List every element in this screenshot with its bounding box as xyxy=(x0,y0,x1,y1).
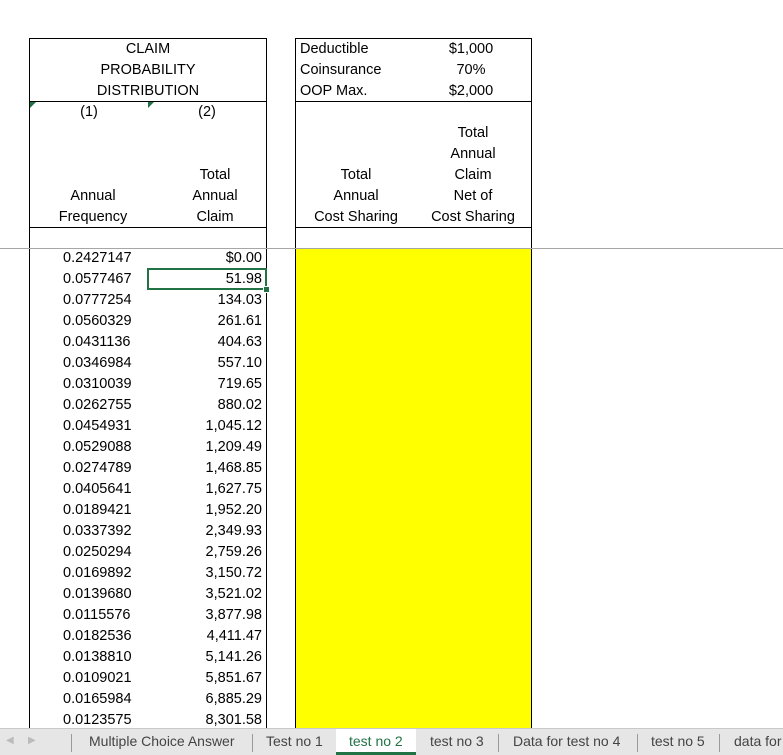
distribution-title-line-1: CLAIM xyxy=(125,41,171,57)
col2-number: (2) xyxy=(198,104,216,120)
frequency-cell[interactable]: 0.0454931 xyxy=(63,416,132,437)
scroll-right-icon[interactable]: ▶ xyxy=(28,735,36,746)
fill-handle[interactable] xyxy=(263,286,270,293)
claim-cell[interactable]: 1,468.85 xyxy=(150,458,262,479)
sheet-tab-test-no-5[interactable]: test no 5 xyxy=(651,729,705,755)
claim-cell[interactable]: 6,885.29 xyxy=(150,689,262,710)
claim-cell[interactable]: 1,627.75 xyxy=(150,479,262,500)
sheet-tab-data-for[interactable]: data for xyxy=(734,729,781,755)
frequency-cell[interactable]: 0.0189421 xyxy=(63,500,132,521)
param-value-coinsurance[interactable]: 70% xyxy=(426,60,516,81)
sheet-tab-test-no-2[interactable]: test no 2 xyxy=(336,729,416,755)
frequency-cell[interactable]: 0.0346984 xyxy=(63,353,132,374)
frequency-cell[interactable]: 0.0405641 xyxy=(63,479,132,500)
claim-cell[interactable]: 2,349.93 xyxy=(150,521,262,542)
frequency-cell[interactable]: 0.0262755 xyxy=(63,395,132,416)
param-value-deductible[interactable]: $1,000 xyxy=(426,39,516,60)
col2-label-line-3: Claim xyxy=(196,209,234,225)
header-bottom-divider xyxy=(296,227,531,228)
frequency-cell[interactable]: 0.0274789 xyxy=(63,458,132,479)
frequency-cell[interactable]: 0.0431136 xyxy=(63,332,130,353)
claim-cell[interactable]: 880.02 xyxy=(150,395,262,416)
frequency-cell[interactable]: 0.0138810 xyxy=(63,647,132,668)
col2-label-line-1: Total xyxy=(199,167,231,183)
claim-cell[interactable]: 404.63 xyxy=(150,332,262,353)
col4-label-line-3: Claim xyxy=(454,167,492,183)
frequency-cell[interactable]: 0.0169892 xyxy=(63,563,132,584)
frequency-cell[interactable]: 0.2427147 xyxy=(63,248,132,269)
param-label-deductible: Deductible xyxy=(300,41,369,57)
claim-cell[interactable]: 1,209.49 xyxy=(150,437,262,458)
col1-number: (1) xyxy=(80,104,98,120)
col3-label-line-1: Total xyxy=(340,167,372,183)
param-value-oop-max[interactable]: $2,000 xyxy=(426,81,516,102)
col4-label-line-4: Net of xyxy=(453,188,493,204)
cost-sharing-header-box: Deductible $1,000 Coinsurance 70% OOP Ma… xyxy=(295,38,532,249)
frequency-cell[interactable]: 0.0115576 xyxy=(63,605,130,626)
col4-label-line-5: Cost Sharing xyxy=(431,209,515,225)
col4-label-line-1: Total xyxy=(457,125,489,141)
frequency-cell[interactable]: 0.0560329 xyxy=(63,311,132,332)
col4-label-line-2: Annual xyxy=(450,146,496,162)
frequency-cell[interactable]: 0.0139680 xyxy=(63,584,132,605)
frequency-cell[interactable]: 0.0337392 xyxy=(63,521,132,542)
param-label-coinsurance: Coinsurance xyxy=(300,62,382,78)
sheet-tab-multiple-choice-answer[interactable]: Multiple Choice Answer xyxy=(89,729,235,755)
claim-cell[interactable]: 1,045.12 xyxy=(150,416,262,437)
claim-cell[interactable]: 3,877.98 xyxy=(150,605,262,626)
params-divider xyxy=(296,101,531,102)
sheet-tab-test-no-1[interactable]: Test no 1 xyxy=(266,729,323,755)
param-label-oop-max: OOP Max. xyxy=(300,83,368,99)
claim-cell[interactable]: 261.61 xyxy=(150,311,262,332)
frequency-cell[interactable]: 0.0182536 xyxy=(63,626,132,647)
claim-cell[interactable]: $0.00 xyxy=(150,248,262,269)
claim-cell[interactable]: 3,521.02 xyxy=(150,584,262,605)
sheet-tab-test-no-3[interactable]: test no 3 xyxy=(430,729,484,755)
frequency-cell[interactable]: 0.0310039 xyxy=(63,374,132,395)
frequency-cell[interactable]: 0.0165984 xyxy=(63,689,132,710)
sheet-tab-bar: ◀ ▶ Multiple Choice Answer Test no 1 tes… xyxy=(0,728,783,755)
claim-cell[interactable]: 4,411.47 xyxy=(150,626,262,647)
distribution-title-line-3: DISTRIBUTION xyxy=(96,83,200,99)
col3-label-line-2: Annual xyxy=(333,188,379,204)
col3-label-line-3: Cost Sharing xyxy=(314,209,398,225)
col1-label-line-1: Annual xyxy=(70,188,116,204)
claim-distribution-header-box: CLAIM PROBABILITY DISTRIBUTION (1) (2) A… xyxy=(29,38,267,249)
col2-label-line-2: Annual xyxy=(192,188,238,204)
col1-label-line-2: Frequency xyxy=(58,209,128,225)
active-cell-selection[interactable] xyxy=(147,268,267,290)
header-bottom-divider xyxy=(30,227,266,228)
frequency-cell[interactable]: 0.0577467 xyxy=(63,269,132,290)
frequency-cell[interactable]: 0.0109021 xyxy=(63,668,132,689)
cost-sharing-input-area[interactable] xyxy=(295,249,532,728)
claim-cell[interactable]: 5,851.67 xyxy=(150,668,262,689)
frequency-cell[interactable]: 0.0777254 xyxy=(63,290,132,311)
frequency-cell[interactable]: 0.0250294 xyxy=(63,542,132,563)
distribution-title-line-2: PROBABILITY xyxy=(100,62,196,78)
sheet-tab-data-for-test-no-4[interactable]: Data for test no 4 xyxy=(513,729,620,755)
claim-cell[interactable]: 5,141.26 xyxy=(150,647,262,668)
claim-cell[interactable]: 2,759.26 xyxy=(150,542,262,563)
claim-cell[interactable]: 134.03 xyxy=(150,290,262,311)
claim-cell[interactable]: 3,150.72 xyxy=(150,563,262,584)
claim-cell[interactable]: 719.65 xyxy=(150,374,262,395)
frequency-cell[interactable]: 0.0529088 xyxy=(63,437,132,458)
claim-cell[interactable]: 1,952.20 xyxy=(150,500,262,521)
claim-cell[interactable]: 557.10 xyxy=(150,353,262,374)
scroll-left-icon[interactable]: ◀ xyxy=(6,735,14,746)
